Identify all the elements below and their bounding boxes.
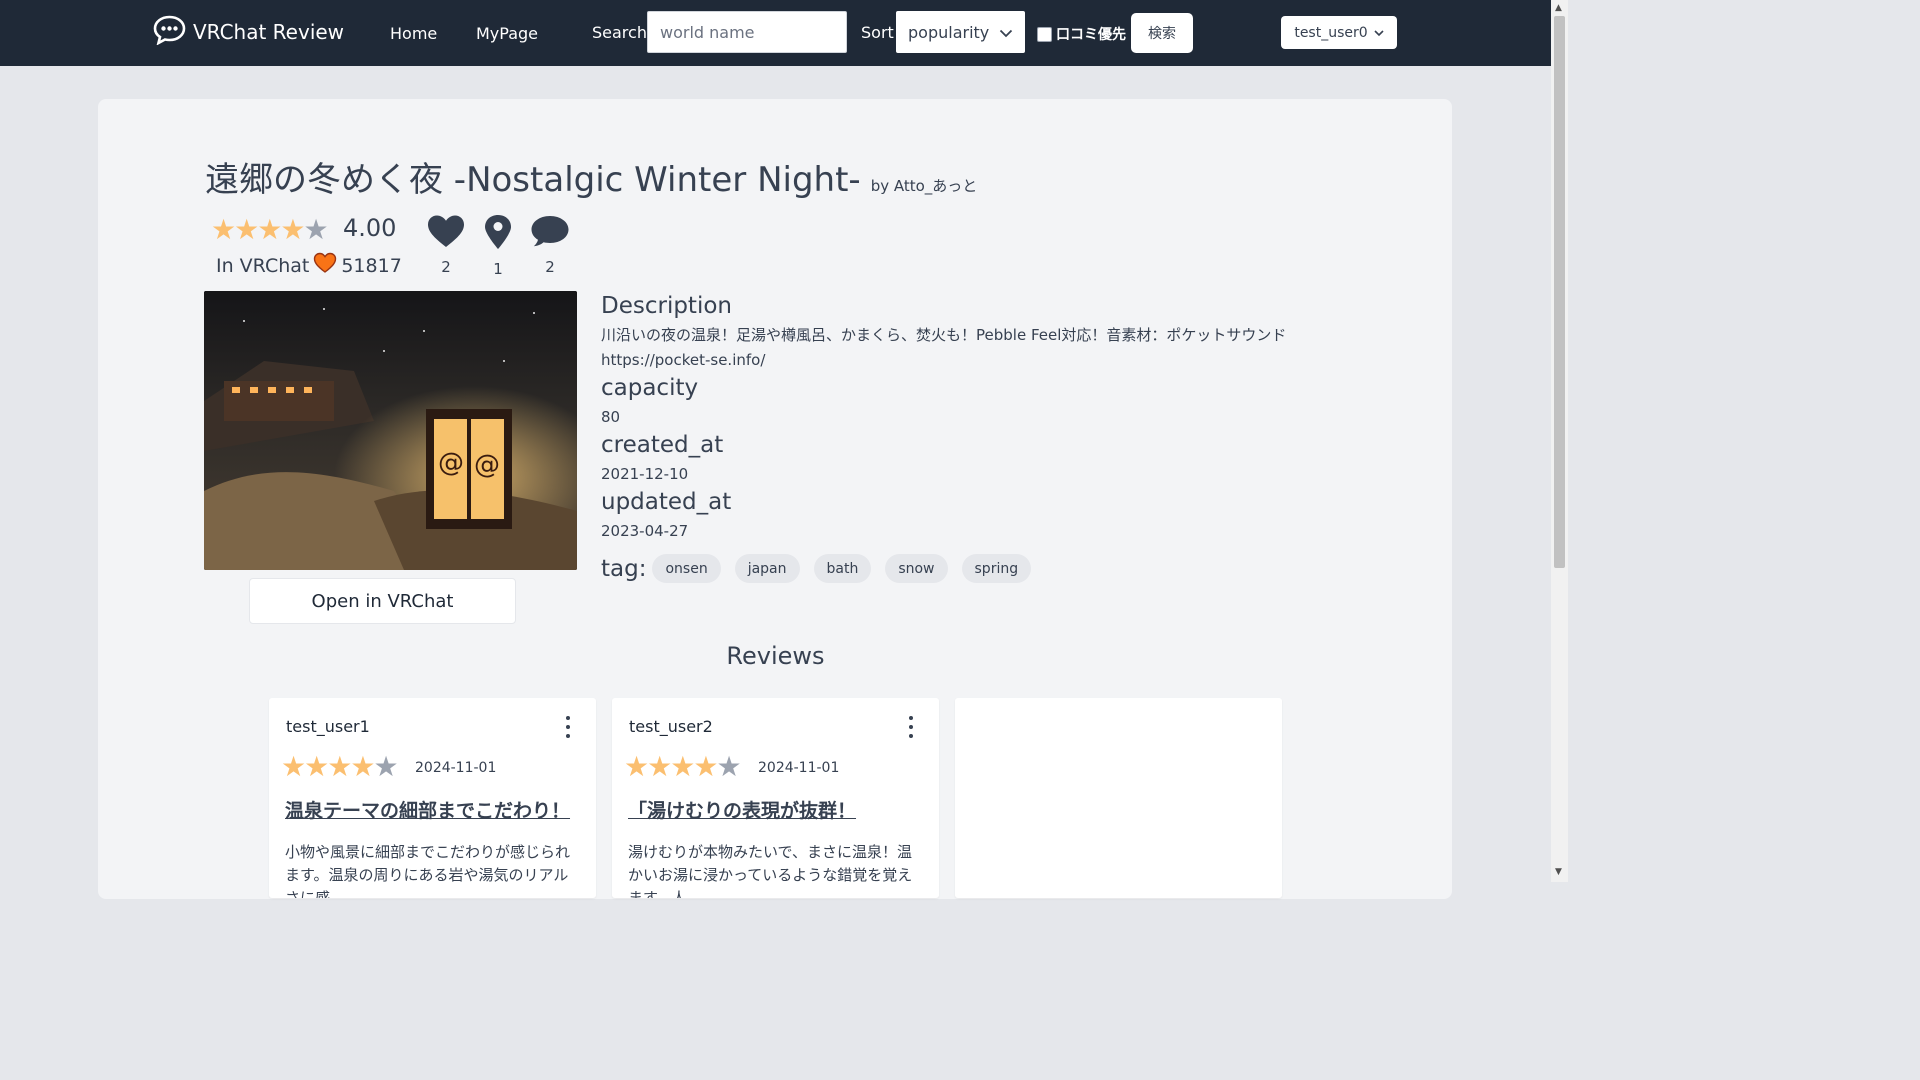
more-options-icon[interactable] — [560, 716, 576, 738]
svg-text:@: @ — [438, 448, 464, 478]
star-filled-icon: ★ — [234, 213, 259, 246]
review-body: 小物や風景に細部までこだわりが感じられます。温泉の周りにある岩や湯気のリアルさに… — [285, 843, 571, 898]
review-count: 2 — [545, 258, 555, 276]
world-thumbnail: @ @ — [204, 291, 577, 570]
review-priority-checkbox[interactable]: 口コミ優先 — [1037, 24, 1126, 44]
search-button[interactable]: 検索 — [1131, 13, 1193, 53]
star-empty-icon: ★ — [373, 750, 398, 783]
search-input[interactable] — [647, 11, 847, 53]
review-date: 2024-11-01 — [758, 760, 840, 776]
map-pin-icon[interactable] — [483, 214, 513, 254]
scroll-up-arrow-icon[interactable]: ▲ — [1555, 3, 1562, 13]
star-filled-icon: ★ — [304, 750, 329, 783]
star-filled-icon: ★ — [327, 750, 352, 783]
svg-text:@: @ — [474, 450, 500, 480]
tag-chip[interactable]: snow — [885, 554, 948, 583]
comment-icon[interactable] — [530, 214, 570, 252]
star-filled-icon: ★ — [281, 750, 306, 783]
open-in-vrchat-button[interactable]: Open in VRChat — [249, 578, 516, 624]
star-filled-icon: ★ — [670, 750, 695, 783]
visit-stat[interactable]: 1 — [478, 214, 518, 278]
description-heading: Description — [601, 293, 732, 319]
updated-at-value: 2023-04-27 — [601, 522, 689, 540]
scroll-down-arrow-icon[interactable]: ▼ — [1555, 867, 1562, 877]
star-filled-icon: ★ — [350, 750, 375, 783]
review-card-empty — [955, 698, 1282, 898]
heart-icon[interactable] — [427, 214, 465, 252]
tag-chip[interactable]: bath — [813, 554, 872, 583]
world-author: by Atto_あっと — [870, 177, 978, 195]
invr-label: In VRChat — [216, 254, 310, 277]
visit-count: 1 — [493, 260, 503, 278]
star-filled-icon: ★ — [647, 750, 672, 783]
created-at-heading: created_at — [601, 432, 724, 458]
review-title-link[interactable]: 「湯けむりの表現が抜群！ — [628, 796, 856, 823]
nav-mypage-link[interactable]: MyPage — [476, 24, 538, 43]
world-rating-stars: ★ ★ ★ ★ ★ — [211, 213, 329, 246]
heart-icon — [313, 252, 337, 279]
review-author[interactable]: test_user1 — [286, 717, 370, 736]
sort-value: popularity — [908, 22, 990, 42]
tag-list: tag: onsen japan bath snow spring — [601, 554, 1045, 583]
review-author[interactable]: test_user2 — [629, 717, 713, 736]
invr-favorites: In VRChat 51817 — [216, 252, 402, 279]
sort-select[interactable]: popularity — [896, 11, 1025, 53]
user-menu-button[interactable]: test_user0 — [1281, 16, 1397, 49]
scroll-thumb[interactable] — [1554, 16, 1565, 568]
chevron-down-icon — [1374, 25, 1384, 41]
like-count: 2 — [441, 258, 451, 276]
review-card: test_user2 ★ ★ ★ ★ ★ 2024-11-01 「湯けむりの表現… — [612, 698, 939, 898]
tag-chip[interactable]: japan — [734, 554, 800, 583]
checkbox-box[interactable] — [1037, 26, 1052, 42]
world-rating-value: 4.00 — [343, 214, 397, 242]
review-stat[interactable]: 2 — [530, 214, 570, 276]
review-rating-stars: ★ ★ ★ ★ ★ — [281, 750, 399, 783]
updated-at-heading: updated_at — [601, 489, 732, 515]
star-empty-icon: ★ — [716, 750, 741, 783]
more-options-icon[interactable] — [903, 716, 919, 738]
chevron-down-icon — [999, 23, 1013, 42]
review-body: 湯けむりが本物みたいで、まさに温泉！温かいお湯に浸かっているような錯覚を覚えます… — [628, 843, 913, 898]
world-title: 遠郷の冬めく夜 -Nostalgic Winter Night- — [205, 160, 861, 200]
invr-favorites-count: 51817 — [341, 254, 402, 277]
review-date: 2024-11-01 — [415, 760, 497, 776]
tag-heading: tag: — [601, 555, 647, 582]
star-filled-icon: ★ — [257, 213, 282, 246]
brand-link[interactable]: VRChat Review — [153, 15, 344, 49]
star-filled-icon: ★ — [693, 750, 718, 783]
tag-chip[interactable]: spring — [961, 554, 1032, 583]
review-rating-stars: ★ ★ ★ ★ ★ — [624, 750, 742, 783]
nav-home-link[interactable]: Home — [390, 24, 437, 43]
brand-name: VRChat Review — [193, 20, 345, 44]
like-stat[interactable]: 2 — [426, 214, 466, 276]
sort-label: Sort — [861, 23, 894, 42]
capacity-value: 80 — [601, 408, 621, 426]
search-label: Search — [592, 23, 647, 42]
chat-bubble-icon — [153, 15, 186, 49]
description-text: 川沿いの夜の温泉！足湯や樽風呂、かまくら、焚火も！Pebble Feel対応！音… — [601, 326, 1287, 369]
checkbox-label: 口コミ優先 — [1056, 27, 1126, 43]
tag-chip[interactable]: onsen — [652, 554, 721, 583]
star-filled-icon: ★ — [280, 213, 305, 246]
top-navbar: VRChat Review Home MyPage Search Sort po… — [0, 0, 1551, 66]
user-name: test_user0 — [1294, 24, 1368, 41]
page-scrollbar[interactable]: ▲ ▼ — [1551, 0, 1568, 882]
capacity-heading: capacity — [601, 375, 699, 401]
created-at-value: 2021-12-10 — [601, 465, 689, 483]
star-filled-icon: ★ — [211, 213, 236, 246]
world-thumbnail-scene: @ @ — [204, 291, 577, 570]
reviews-heading: Reviews — [726, 642, 825, 670]
star-filled-icon: ★ — [624, 750, 649, 783]
review-card: test_user1 ★ ★ ★ ★ ★ 2024-11-01 温泉テーマの細部… — [269, 698, 596, 898]
star-empty-icon: ★ — [303, 213, 328, 246]
world-title-row: 遠郷の冬めく夜 -Nostalgic Winter Night- by Atto… — [205, 152, 977, 201]
review-title-link[interactable]: 温泉テーマの細部までこだわり！ — [285, 796, 570, 823]
